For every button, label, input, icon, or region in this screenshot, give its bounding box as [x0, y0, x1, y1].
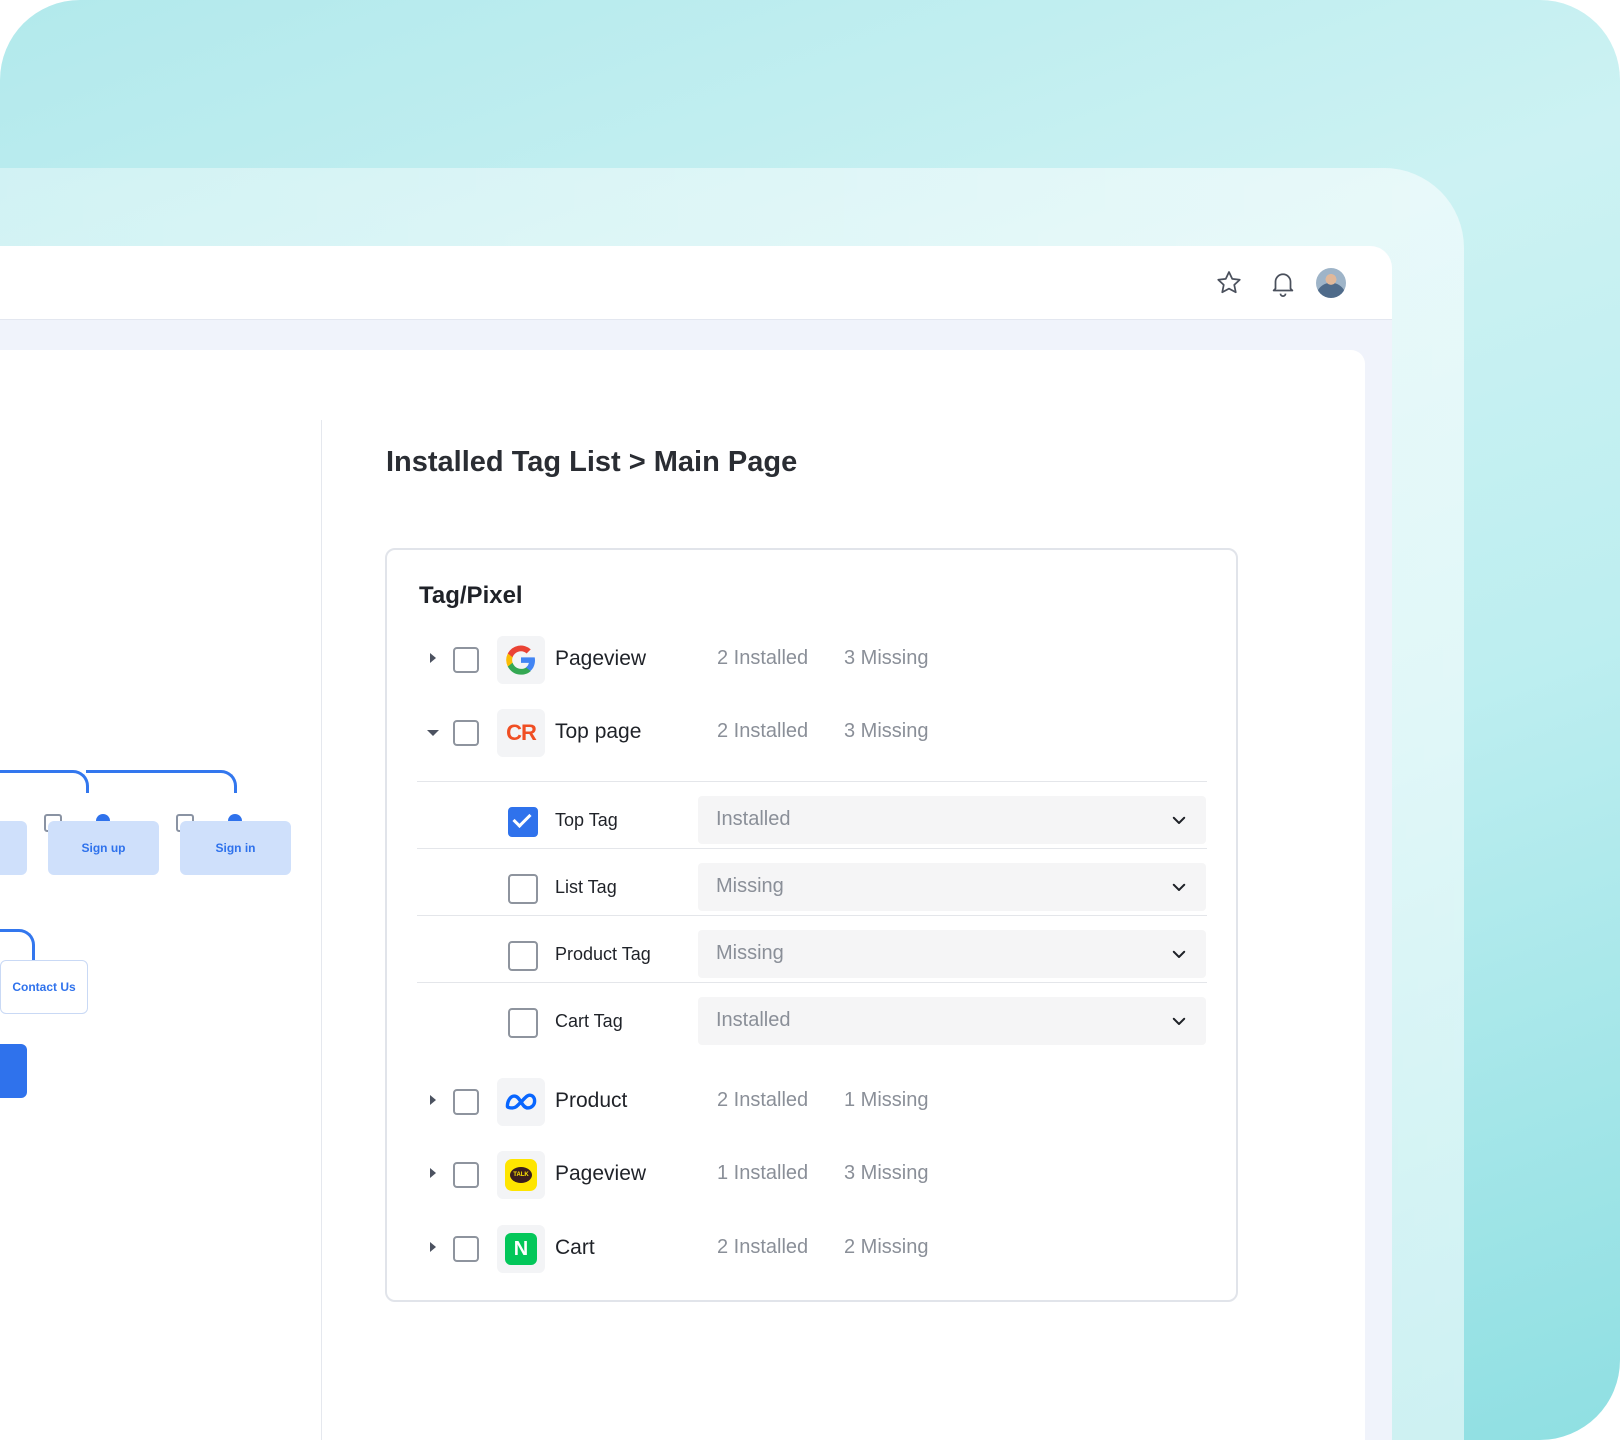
naver-logo: N	[497, 1225, 545, 1273]
caret-right-icon[interactable]	[430, 1168, 436, 1178]
criteo-logo: CR	[497, 709, 545, 757]
flow-connector	[0, 929, 35, 962]
flow-node-contact-us[interactable]: Contact Us	[0, 960, 88, 1014]
tag-row[interactable]: Product 2 Installed 1 Missing	[387, 1077, 1240, 1127]
row-name: Cart	[555, 1236, 595, 1259]
row-name: Pageview	[555, 1162, 647, 1185]
sub-divider	[417, 781, 1207, 782]
sub-tag-name: List Tag	[555, 877, 617, 897]
top-header	[0, 246, 1392, 320]
sub-tag-row[interactable]: List Tag Missing	[387, 859, 1240, 915]
installed-count: 1 Installed	[717, 1162, 809, 1184]
google-logo	[497, 636, 545, 684]
sub-divider	[417, 848, 1207, 849]
caret-right-icon[interactable]	[430, 653, 436, 663]
status-value: Installed	[716, 808, 791, 830]
panel-divider	[321, 420, 322, 1440]
installed-count: 2 Installed	[717, 1089, 809, 1111]
row-name: Top page	[555, 720, 642, 743]
installed-count: 2 Installed	[717, 647, 809, 669]
row-checkbox[interactable]	[453, 647, 479, 673]
chevron-down-icon	[1172, 1017, 1186, 1025]
missing-count: 2 Missing	[844, 1236, 929, 1258]
kakao-talk-logo: TALK	[497, 1151, 545, 1199]
flow-node-sign-in[interactable]: Sign in	[180, 821, 291, 875]
status-select[interactable]: Installed	[698, 997, 1206, 1045]
flow-node-partial[interactable]	[0, 821, 27, 875]
status-select[interactable]: Missing	[698, 930, 1206, 978]
sub-checkbox[interactable]	[508, 874, 538, 904]
missing-count: 1 Missing	[844, 1089, 929, 1111]
sub-checkbox[interactable]	[508, 941, 538, 971]
status-select[interactable]: Installed	[698, 796, 1206, 844]
tag-pixel-card: Tag/Pixel Pageview 2 Installed 3 Missing	[385, 548, 1238, 1302]
sub-divider	[417, 982, 1207, 983]
missing-count: 3 Missing	[844, 647, 929, 669]
sub-tag-row[interactable]: Product Tag Missing	[387, 926, 1240, 982]
status-value: Missing	[716, 942, 784, 964]
sub-divider	[417, 915, 1207, 916]
caret-right-icon[interactable]	[430, 1242, 436, 1252]
sub-checkbox[interactable]	[508, 1008, 538, 1038]
star-icon[interactable]	[1214, 268, 1244, 298]
caret-down-icon[interactable]	[427, 730, 439, 736]
page-title: Installed Tag List > Main Page	[386, 446, 798, 478]
row-checkbox[interactable]	[453, 1236, 479, 1262]
background: Sign up Sign in Contact Us Installed Tag…	[0, 0, 1620, 1440]
tag-row[interactable]: TALK Pageview 1 Installed 3 Missing	[387, 1150, 1240, 1200]
flow-node-sign-up[interactable]: Sign up	[48, 821, 159, 875]
tag-row[interactable]: N Cart 2 Installed 2 Missing	[387, 1224, 1240, 1274]
sub-tag-name: Top Tag	[555, 810, 618, 830]
sub-tag-name: Product Tag	[555, 944, 651, 964]
user-avatar[interactable]	[1316, 268, 1346, 298]
row-name: Pageview	[555, 647, 647, 670]
row-checkbox[interactable]	[453, 1089, 479, 1115]
meta-logo	[497, 1078, 545, 1126]
installed-count: 2 Installed	[717, 1236, 809, 1258]
flow-connector	[86, 770, 237, 793]
tag-row[interactable]: Pageview 2 Installed 3 Missing	[387, 635, 1240, 685]
bell-icon[interactable]	[1268, 268, 1298, 298]
row-name: Product	[555, 1089, 628, 1112]
sub-tag-name: Cart Tag	[555, 1011, 623, 1031]
chevron-down-icon	[1172, 950, 1186, 958]
sub-checkbox-checked[interactable]	[508, 807, 538, 837]
missing-count: 3 Missing	[844, 720, 929, 742]
chevron-down-icon	[1172, 816, 1186, 824]
sub-tag-row[interactable]: Cart Tag Installed	[387, 993, 1240, 1049]
tag-row[interactable]: CR Top page 2 Installed 3 Missing	[387, 708, 1240, 758]
chevron-down-icon	[1172, 883, 1186, 891]
status-select[interactable]: Missing	[698, 863, 1206, 911]
status-value: Installed	[716, 1009, 791, 1031]
card-title: Tag/Pixel	[419, 582, 523, 609]
row-checkbox[interactable]	[453, 1162, 479, 1188]
installed-count: 2 Installed	[717, 720, 809, 742]
flow-connector	[0, 770, 89, 793]
row-checkbox[interactable]	[453, 720, 479, 746]
missing-count: 3 Missing	[844, 1162, 929, 1184]
sub-tag-row[interactable]: Top Tag Installed	[387, 792, 1240, 848]
flow-primary-node[interactable]	[0, 1044, 27, 1098]
caret-right-icon[interactable]	[430, 1095, 436, 1105]
status-value: Missing	[716, 875, 784, 897]
